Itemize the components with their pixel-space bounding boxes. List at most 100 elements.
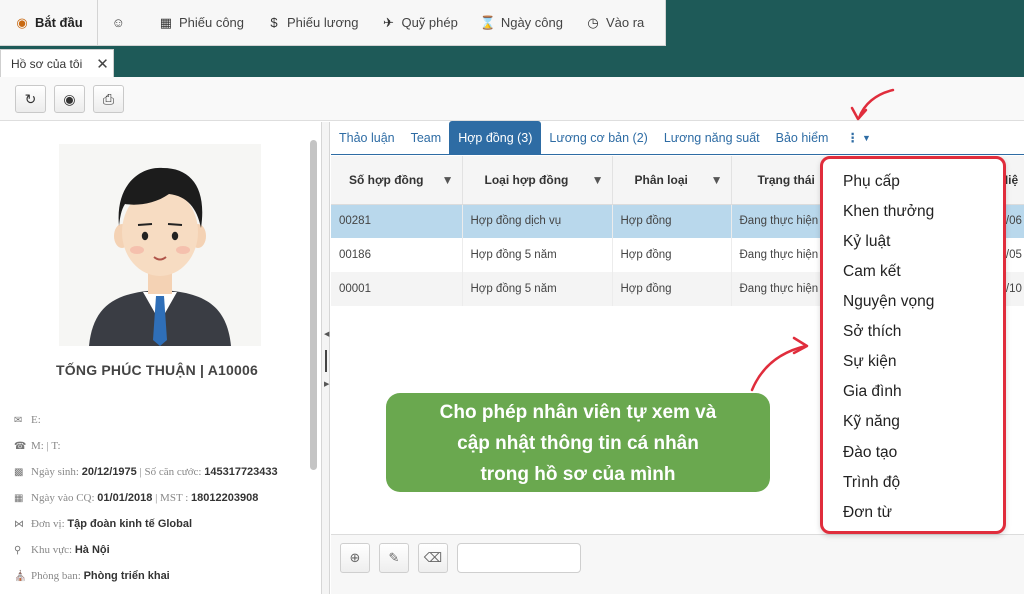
employee-name: TỐNG PHÚC THUẬN | A10006 xyxy=(56,362,258,378)
bowl-icon: ◉ xyxy=(16,14,28,30)
menu-label: Phiếu lương xyxy=(287,15,359,30)
top-menu-bar: ◉ Bắt đầu ☺ ▦ Phiếu công $ Phiếu lương ✈… xyxy=(0,0,666,46)
table-cell: Hợp đồng dịch vụ xyxy=(462,204,613,238)
table-cell: Hợp đồng 5 năm xyxy=(462,238,613,272)
menu-item-so-thich[interactable]: Sở thích xyxy=(843,323,901,341)
filter-icon[interactable]: ▼ xyxy=(711,173,723,187)
panel-splitter[interactable]: ◀ ▶ xyxy=(322,122,330,594)
menu-phieu-luong[interactable]: $ Phiếu lương xyxy=(255,0,369,46)
birthday-icon: ▩ xyxy=(14,467,24,478)
menu-quy-phep[interactable]: ✈ Quỹ phép xyxy=(369,0,468,46)
menu-item-don-tu[interactable]: Đơn từ xyxy=(843,504,892,522)
menu-phieu-cong[interactable]: ▦ Phiếu công xyxy=(147,0,255,46)
eye-icon: ◉ xyxy=(63,90,76,107)
toolbar: ↻ ◉ ⎙ xyxy=(0,77,1024,121)
column-header[interactable]: Số hợp đồng ▼ xyxy=(331,156,463,205)
dollar-icon: $ xyxy=(270,15,278,30)
menu-item-su-kien[interactable]: Sự kiện xyxy=(843,353,896,371)
print-button[interactable]: ⎙ xyxy=(93,85,124,113)
envelope-icon: ✉ xyxy=(14,415,23,426)
tab-luong-co-ban[interactable]: Lương cơ bản (2) xyxy=(541,121,655,154)
filter-icon[interactable]: ▼ xyxy=(592,173,604,187)
close-icon[interactable]: ✕ xyxy=(96,55,109,73)
table-cell: 00186 xyxy=(331,238,463,272)
splitter-handle[interactable] xyxy=(325,350,327,372)
quick-input[interactable] xyxy=(457,543,581,573)
area-label: Khu vực: xyxy=(31,544,73,556)
refresh-button[interactable]: ↻ xyxy=(15,85,46,113)
callout-line: trong hồ sơ của mình xyxy=(480,464,676,485)
menu-item-cam-ket[interactable]: Cam kết xyxy=(843,263,901,281)
print-icon: ⎙ xyxy=(102,90,115,107)
email-row: ✉ E: xyxy=(14,414,41,426)
feature-callout: Cho phép nhân viên tự xem và cập nhật th… xyxy=(386,393,770,492)
edit-button[interactable]: ✎ xyxy=(379,543,409,573)
area-row: ⚲ Khu vực: Hà Nội xyxy=(14,544,110,556)
trash-icon: ⌫ xyxy=(423,550,443,565)
dept-row: ⛪ Phòng ban: Phòng triển khai xyxy=(14,570,170,582)
column-label: Số hợp đồng xyxy=(349,172,424,187)
grid-action-bar: ⊕ ✎ ⌫ xyxy=(331,534,1024,594)
phone-icon: ☎ xyxy=(14,441,27,452)
menu-item-khen-thuong[interactable]: Khen thưởng xyxy=(843,203,934,221)
expand-right-icon[interactable]: ▶ xyxy=(324,380,329,388)
delete-button[interactable]: ⌫ xyxy=(418,543,448,573)
table-cell: Hợp đồng xyxy=(612,204,732,238)
menu-item-trinh-do[interactable]: Trình độ xyxy=(843,474,900,492)
callout-line: Cho phép nhân viên tự xem và xyxy=(439,402,717,423)
menu-item-ky-nang[interactable]: Kỹ năng xyxy=(843,413,900,431)
hourglass-icon: ⌛ xyxy=(479,14,497,30)
menu-item-phu-cap[interactable]: Phụ cấp xyxy=(843,173,900,191)
detail-tabs: Thảo luận Team Hợp đồng (3) Lương cơ bản… xyxy=(331,121,1024,155)
start-menu-label: Bắt đầu xyxy=(35,15,83,30)
column-header[interactable]: Phân loại ▼ xyxy=(612,156,732,205)
menu-vao-ra[interactable]: ◷ Vào ra xyxy=(574,0,655,46)
page-tab-label: Hồ sơ của tôi xyxy=(11,56,83,71)
page-tab-my-profile[interactable]: Hồ sơ của tôi ✕ xyxy=(0,49,114,77)
menu-label: Quỹ phép xyxy=(401,15,458,30)
menu-item-dao-tao[interactable]: Đào tạo xyxy=(843,444,897,462)
table-icon: ▦ xyxy=(159,14,173,30)
tab-hop-dong[interactable]: Hợp đồng (3) xyxy=(449,121,542,154)
table-cell: Hợp đồng xyxy=(612,238,732,272)
plus-circle-icon: ⊕ xyxy=(349,550,361,565)
column-label: Trạng thái xyxy=(757,172,815,187)
unit-value: Tập đoàn kinh tế Global xyxy=(67,518,193,530)
id-value: 145317723433 xyxy=(204,466,278,478)
table-cell: 00281 xyxy=(331,204,463,238)
sitemap-icon: ⋈ xyxy=(14,519,24,530)
tab-bao-hiem[interactable]: Bảo hiểm xyxy=(768,121,837,154)
pencil-icon: ✎ xyxy=(388,550,400,565)
tab-thao-luan[interactable]: Thảo luận xyxy=(331,121,403,154)
add-button[interactable]: ⊕ xyxy=(340,543,370,573)
more-tabs-button[interactable]: ⋮ ▼ xyxy=(836,121,880,154)
table-cell: Hợp đồng xyxy=(612,272,732,306)
dob-value: 20/12/1975 xyxy=(81,466,137,478)
smile-icon[interactable]: ☺ xyxy=(98,0,147,46)
refresh-icon: ↻ xyxy=(24,90,37,107)
view-button[interactable]: ◉ xyxy=(54,85,85,113)
collapse-left-icon[interactable]: ◀ xyxy=(324,330,329,338)
phone-row: ☎ M: | T: xyxy=(14,440,61,452)
area-value: Hà Nội xyxy=(74,544,110,556)
menu-ngay-cong[interactable]: ⌛ Ngày công xyxy=(469,0,574,46)
ellipsis-vertical-icon: ⋮ xyxy=(846,131,859,145)
calendar-icon: ▦ xyxy=(14,493,24,504)
column-header[interactable]: Loại hợp đồng ▼ xyxy=(462,156,613,205)
avatar xyxy=(59,144,261,346)
tab-luong-nang-suat[interactable]: Lương năng suất xyxy=(656,121,768,154)
menu-item-ky-luat[interactable]: Kỷ luật xyxy=(843,233,890,251)
profile-scrollbar[interactable] xyxy=(310,140,317,470)
avatar-illustration xyxy=(59,144,261,346)
menu-label: Vào ra xyxy=(605,15,645,30)
dept-label: Phòng ban: xyxy=(31,570,81,582)
callout-line: cập nhật thông tin cá nhân xyxy=(457,433,699,454)
start-menu-button[interactable]: ◉ Bắt đầu xyxy=(0,0,98,46)
tab-team[interactable]: Team xyxy=(403,121,450,154)
menu-item-nguyen-vong[interactable]: Nguyện vọng xyxy=(843,293,934,311)
email-label: E: xyxy=(31,414,41,426)
filter-icon[interactable]: ▼ xyxy=(442,173,454,187)
phone-label: M: | T: xyxy=(31,440,61,452)
app-window: ◉ Bắt đầu ☺ ▦ Phiếu công $ Phiếu lương ✈… xyxy=(0,0,1024,594)
menu-item-gia-dinh[interactable]: Gia đình xyxy=(843,383,902,401)
